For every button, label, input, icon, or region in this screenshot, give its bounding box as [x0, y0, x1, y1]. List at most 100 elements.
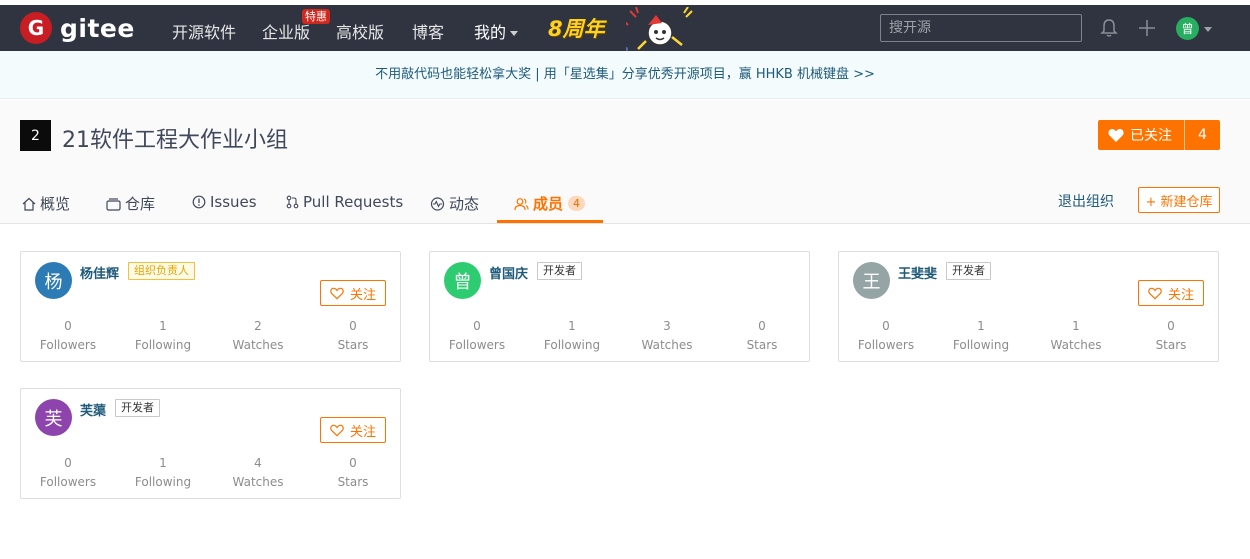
stat-value: 1	[159, 456, 167, 470]
stat-value: 0	[64, 319, 72, 333]
stat-label: Watches	[641, 338, 693, 352]
tab-members-count: 4	[568, 196, 586, 211]
member-stat-followers[interactable]: 0 Followers	[846, 319, 926, 352]
anniversary-banner[interactable]: 8周年	[548, 13, 605, 43]
tab-activity[interactable]: 动态	[430, 193, 479, 214]
heart-icon	[1148, 287, 1162, 300]
tab-members-label: 成员	[533, 195, 564, 213]
issue-icon	[192, 195, 206, 209]
nav-item-mine[interactable]: 我的	[474, 19, 519, 43]
member-stat-watches[interactable]: 3 Watches	[627, 319, 707, 352]
stat-value: 0	[882, 319, 890, 333]
tab-pull-requests[interactable]: Pull Requests	[286, 193, 403, 211]
stat-value: 1	[568, 319, 576, 333]
stat-label: Watches	[232, 475, 284, 489]
tab-issues-label: Issues	[210, 193, 257, 211]
member-card: 芙芙蕖 开发者 关注 0 Followers 1 Following 4 Watches 0 Sta…	[20, 388, 401, 499]
exit-org-link[interactable]: 退出组织	[1058, 191, 1114, 211]
member-avatar[interactable]: 芙	[35, 399, 72, 436]
nav-item-education[interactable]: 高校版	[336, 19, 384, 43]
member-stat-following[interactable]: 1 Following	[123, 456, 203, 489]
stat-label: Watches	[1050, 338, 1102, 352]
member-stat-stars[interactable]: 0 Stars	[722, 319, 802, 352]
member-stat-following[interactable]: 1 Following	[941, 319, 1021, 352]
member-avatar[interactable]: 王	[853, 262, 890, 299]
pulse-icon	[430, 196, 445, 211]
member-name[interactable]: 芙蕖	[80, 400, 106, 419]
stat-value: 1	[159, 319, 167, 333]
tab-members[interactable]: 成员 4	[514, 193, 586, 214]
member-follow-label: 关注	[349, 287, 376, 303]
member-follow-button[interactable]: 关注	[1138, 280, 1204, 306]
bell-icon[interactable]	[1098, 17, 1120, 39]
org-follow-button[interactable]: 已关注 4	[1098, 120, 1220, 150]
org-follow-label: 已关注	[1130, 128, 1172, 144]
stat-value: 0	[758, 319, 766, 333]
stat-value: 0	[473, 319, 481, 333]
member-name[interactable]: 曾国庆	[489, 263, 528, 282]
member-stat-followers[interactable]: 0 Followers	[437, 319, 517, 352]
org-follow-count: 4	[1198, 127, 1207, 143]
stat-label: Following	[543, 338, 601, 352]
member-stat-followers[interactable]: 0 Followers	[28, 456, 108, 489]
promo-banner[interactable]: 不用敲代码也能轻松拿大奖 | 用「星选集」分享优秀开源项目，赢 HHKB 机械键…	[0, 51, 1250, 99]
chevron-down-icon[interactable]	[1204, 27, 1212, 32]
member-card: 王王斐斐 开发者 关注 0 Followers 1 Following 1 Watches 0 St…	[838, 251, 1219, 362]
active-tab-indicator	[497, 220, 603, 223]
tab-overview[interactable]: 概览	[22, 193, 70, 214]
stat-label: Watches	[232, 338, 284, 352]
stat-value: 0	[1167, 319, 1175, 333]
user-avatar[interactable]: 曾	[1176, 17, 1199, 40]
member-stat-watches[interactable]: 1 Watches	[1036, 319, 1116, 352]
stat-label: Followers	[448, 338, 506, 352]
heart-icon	[330, 287, 344, 300]
member-stat-stars[interactable]: 0 Stars	[1131, 319, 1211, 352]
stat-label: Following	[134, 475, 192, 489]
stat-label: Stars	[1155, 338, 1187, 352]
stat-label: Stars	[337, 338, 369, 352]
member-name[interactable]: 杨佳辉	[80, 263, 119, 282]
top-navbar: G gitee 开源软件 企业版 特惠 高校版 博客 我的 8周年 搜开源 曾	[0, 5, 1250, 51]
member-role-badge: 组织负责人	[128, 262, 195, 280]
heart-icon	[330, 424, 344, 437]
member-stat-stars[interactable]: 0 Stars	[313, 319, 393, 352]
tab-issues[interactable]: Issues	[192, 193, 257, 211]
stat-label: Stars	[337, 475, 369, 489]
tab-repos[interactable]: 仓库	[106, 193, 155, 214]
member-stat-watches[interactable]: 4 Watches	[218, 456, 298, 489]
member-card: 杨杨佳辉 组织负责人关注 0 Followers 1 Following 2 Watches 0…	[20, 251, 401, 362]
nav-item-mine-label: 我的	[474, 23, 507, 42]
nav-item-blog[interactable]: 博客	[412, 19, 444, 43]
stat-value: 3	[663, 319, 671, 333]
stat-value: 0	[349, 319, 357, 333]
members-icon	[514, 197, 529, 210]
member-avatar[interactable]: 曾	[444, 262, 481, 299]
tab-activity-label: 动态	[449, 195, 480, 213]
stat-label: Following	[134, 338, 192, 352]
pull-request-icon	[286, 195, 299, 209]
stat-label: Followers	[857, 338, 915, 352]
plus-icon[interactable]	[1136, 17, 1158, 39]
new-repo-button[interactable]: + 新建仓库	[1138, 187, 1220, 213]
stat-value: 4	[254, 456, 262, 470]
member-stat-stars[interactable]: 0 Stars	[313, 456, 393, 489]
member-avatar[interactable]: 杨	[35, 262, 72, 299]
member-stat-following[interactable]: 1 Following	[532, 319, 612, 352]
gitee-logo[interactable]: G gitee	[20, 12, 135, 44]
org-title[interactable]: 21软件工程大作业小组	[62, 122, 288, 154]
stat-label: Stars	[746, 338, 778, 352]
search-input[interactable]	[880, 14, 1082, 42]
stat-label: Followers	[39, 338, 97, 352]
tab-overview-label: 概览	[40, 195, 71, 213]
member-stat-followers[interactable]: 0 Followers	[28, 319, 108, 352]
member-name[interactable]: 王斐斐	[898, 263, 937, 282]
member-follow-button[interactable]: 关注	[320, 417, 386, 443]
page: G gitee 开源软件 企业版 特惠 高校版 博客 我的 8周年 搜开源 曾 …	[0, 0, 1250, 559]
gitee-logo-icon: G	[20, 12, 52, 44]
gitee-logo-text: gitee	[60, 13, 135, 43]
member-stat-watches[interactable]: 2 Watches	[218, 319, 298, 352]
chevron-down-icon	[510, 31, 519, 36]
member-follow-button[interactable]: 关注	[320, 280, 386, 306]
member-stat-following[interactable]: 1 Following	[123, 319, 203, 352]
nav-item-open-source[interactable]: 开源软件	[172, 19, 236, 43]
